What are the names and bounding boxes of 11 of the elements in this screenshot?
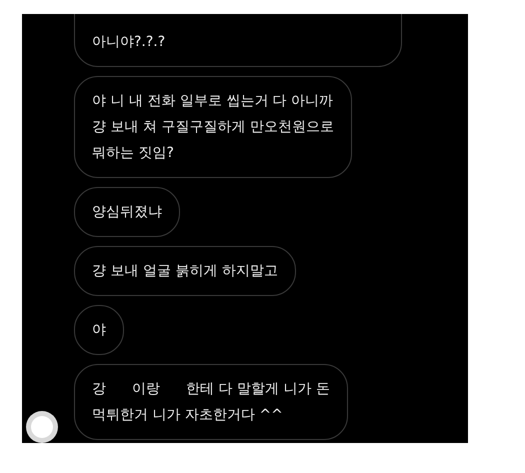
message-text: 뭐하는 짓임? [92,144,174,163]
message-text: 아니야?.?.? [92,33,166,52]
message-text: 걍 보내 쳐 구질구질하게 만오천원으로 [92,118,334,137]
message-text: 걍 보내 얼굴 붉히게 하지말고 [92,262,278,281]
message-text: 먹튀한거 니가 자초한거다 ^^ [92,406,283,425]
message-text: 야 니 내 전화 일부로 씹는거 다 아니까 [92,92,334,111]
message-text: 강 [92,380,106,399]
message-text: 양심뒤졌냐 [92,203,162,222]
message-text: 야 [92,321,106,340]
message-text: 한테 다 말할게 니가 돈 [186,380,330,399]
message-text: 이랑 [132,380,160,399]
